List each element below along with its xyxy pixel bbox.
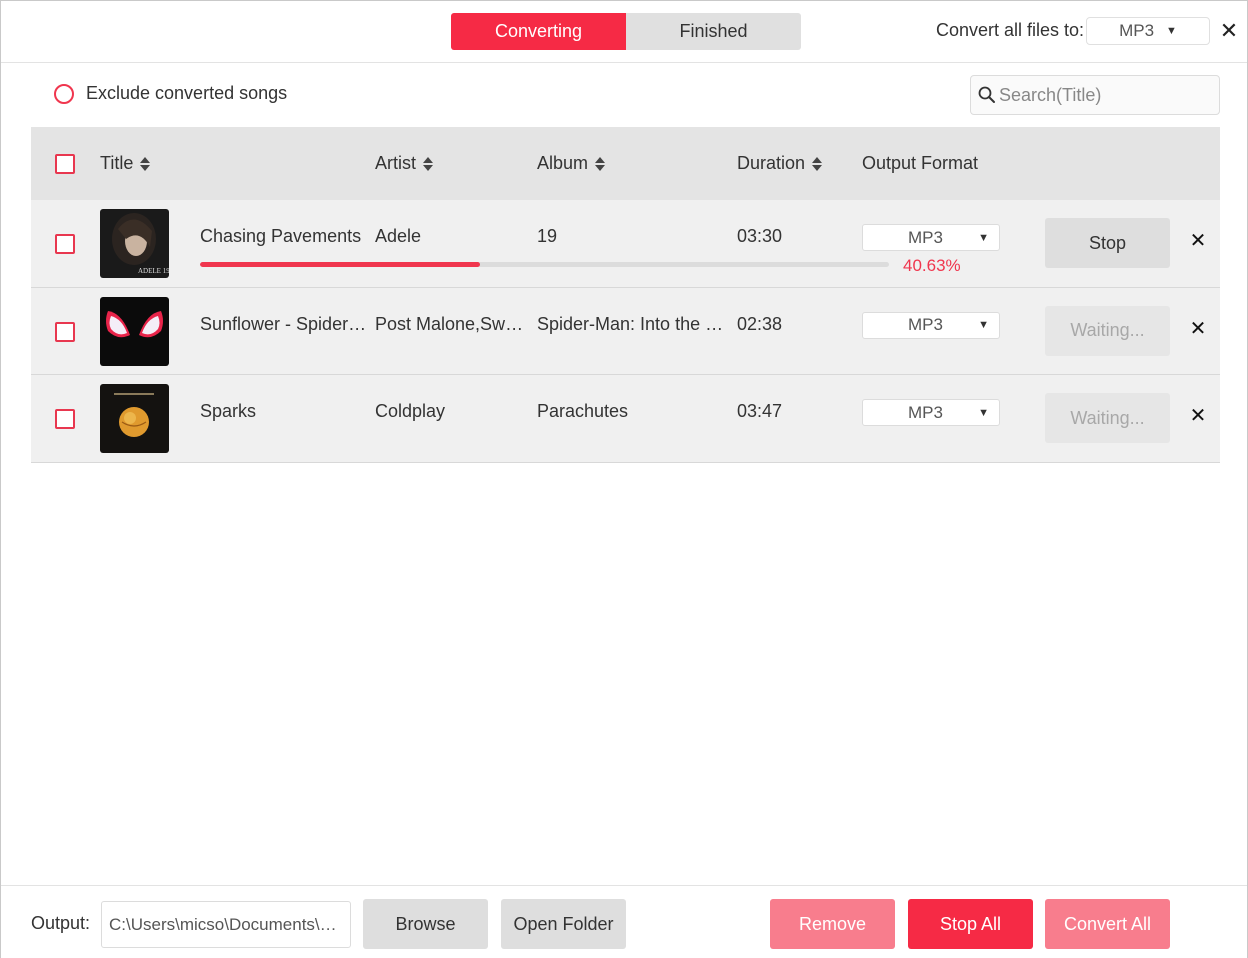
stop-all-button[interactable]: Stop All bbox=[908, 899, 1033, 949]
album-cover-spiderman bbox=[100, 296, 169, 366]
select-all-checkbox[interactable] bbox=[55, 153, 75, 174]
search-box[interactable] bbox=[970, 75, 1220, 115]
view-tabs: Converting Finished bbox=[451, 13, 801, 50]
sort-icon[interactable] bbox=[422, 156, 434, 172]
row-checkbox[interactable] bbox=[55, 409, 75, 429]
table-header: Title Artist Album Duration Output Forma… bbox=[31, 127, 1220, 200]
top-bar: Converting Finished Convert all files to… bbox=[1, 1, 1247, 63]
column-output-format-label: Output Format bbox=[862, 153, 979, 173]
convert-all-button[interactable]: Convert All bbox=[1045, 899, 1170, 949]
row-artist: Post Malone,Swa… bbox=[375, 313, 530, 334]
table-row: Sparks Coldplay Parachutes 03:47 MP3 ▼ W… bbox=[31, 375, 1220, 463]
table-row: ADELE 19 Chasing Pavements Adele 19 03:3… bbox=[31, 200, 1220, 288]
column-duration-label: Duration bbox=[737, 153, 806, 173]
row-checkbox[interactable] bbox=[55, 321, 75, 342]
column-title-label: Title bbox=[100, 153, 134, 173]
caret-down-icon: ▼ bbox=[978, 319, 989, 331]
output-label: Output: bbox=[31, 913, 91, 933]
convert-all-label: Convert all files to: bbox=[936, 20, 1085, 40]
caret-down-icon: ▼ bbox=[978, 406, 989, 419]
remove-row-close-icon[interactable]: ✕ bbox=[1188, 231, 1208, 251]
exclude-radio[interactable] bbox=[54, 83, 74, 104]
sort-icon[interactable] bbox=[139, 156, 151, 172]
waiting-button[interactable]: Waiting... bbox=[1045, 305, 1170, 356]
conversion-progress-bar bbox=[200, 262, 889, 267]
select-all-cell bbox=[55, 127, 75, 200]
song-table: Title Artist Album Duration Output Forma… bbox=[31, 127, 1220, 463]
sort-icon[interactable] bbox=[594, 156, 606, 172]
row-checkbox[interactable] bbox=[55, 234, 75, 254]
conversion-progress-fill bbox=[200, 262, 480, 267]
row-format-select[interactable]: MP3 ▼ bbox=[862, 399, 1000, 426]
close-window-icon[interactable]: ✕ bbox=[1219, 19, 1239, 43]
waiting-button[interactable]: Waiting... bbox=[1045, 393, 1170, 443]
browse-button[interactable]: Browse bbox=[363, 899, 488, 949]
row-album: 19 bbox=[537, 226, 558, 246]
tab-converting[interactable]: Converting bbox=[451, 13, 626, 50]
output-path-field[interactable]: C:\Users\micso\Documents\… bbox=[101, 901, 351, 948]
row-title: Chasing Pavements bbox=[200, 226, 362, 246]
sort-icon[interactable] bbox=[811, 156, 823, 172]
tab-finished[interactable]: Finished bbox=[626, 13, 801, 50]
cover-text: ADELE 19 bbox=[138, 267, 169, 275]
exclude-converted-label: Exclude converted songs bbox=[86, 83, 288, 103]
convert-all-format-select[interactable]: MP3 ▼ bbox=[1086, 17, 1210, 45]
conversion-percent: 40.63% bbox=[903, 256, 961, 275]
row-format-value: MP3 bbox=[908, 315, 943, 334]
row-format-select[interactable]: MP3 ▼ bbox=[862, 224, 1000, 251]
bottom-bar: Output: C:\Users\micso\Documents\… Brows… bbox=[1, 885, 1247, 958]
row-format-value: MP3 bbox=[908, 402, 943, 422]
row-format-value: MP3 bbox=[908, 227, 943, 247]
table-row: Sunflower - Spider-… Post Malone,Swa… Sp… bbox=[31, 287, 1220, 375]
row-duration: 02:38 bbox=[737, 313, 783, 334]
convert-all-format-value: MP3 bbox=[1119, 21, 1155, 40]
row-title: Sunflower - Spider-… bbox=[200, 313, 368, 334]
album-cover-adele-19: ADELE 19 bbox=[100, 209, 169, 278]
album-cover-parachutes bbox=[100, 384, 169, 453]
remove-button[interactable]: Remove bbox=[770, 899, 895, 949]
open-folder-button[interactable]: Open Folder bbox=[501, 899, 626, 949]
remove-row-close-icon[interactable]: ✕ bbox=[1188, 406, 1208, 426]
app-window: Converting Finished Convert all files to… bbox=[0, 0, 1248, 958]
exclude-converted-toggle[interactable]: Exclude converted songs bbox=[54, 83, 287, 104]
row-artist: Coldplay bbox=[375, 401, 446, 421]
column-header-artist[interactable]: Artist bbox=[375, 127, 434, 200]
row-duration: 03:47 bbox=[737, 401, 783, 421]
search-input[interactable] bbox=[999, 84, 1214, 106]
row-album: Parachutes bbox=[537, 401, 629, 421]
row-title: Sparks bbox=[200, 401, 257, 421]
column-header-output-format: Output Format bbox=[862, 127, 978, 200]
row-duration: 03:30 bbox=[737, 226, 783, 246]
column-header-album[interactable]: Album bbox=[537, 127, 606, 200]
search-icon bbox=[978, 86, 995, 103]
row-format-select[interactable]: MP3 ▼ bbox=[862, 311, 1000, 339]
remove-row-close-icon[interactable]: ✕ bbox=[1188, 319, 1208, 339]
stop-button[interactable]: Stop bbox=[1045, 218, 1170, 268]
caret-down-icon: ▼ bbox=[1166, 25, 1177, 37]
column-artist-label: Artist bbox=[375, 153, 417, 173]
column-album-label: Album bbox=[537, 153, 589, 173]
column-header-duration[interactable]: Duration bbox=[737, 127, 823, 200]
row-artist: Adele bbox=[375, 226, 422, 246]
column-header-title[interactable]: Title bbox=[100, 127, 151, 200]
row-album: Spider-Man: Into the S… bbox=[537, 313, 732, 334]
caret-down-icon: ▼ bbox=[978, 231, 989, 244]
